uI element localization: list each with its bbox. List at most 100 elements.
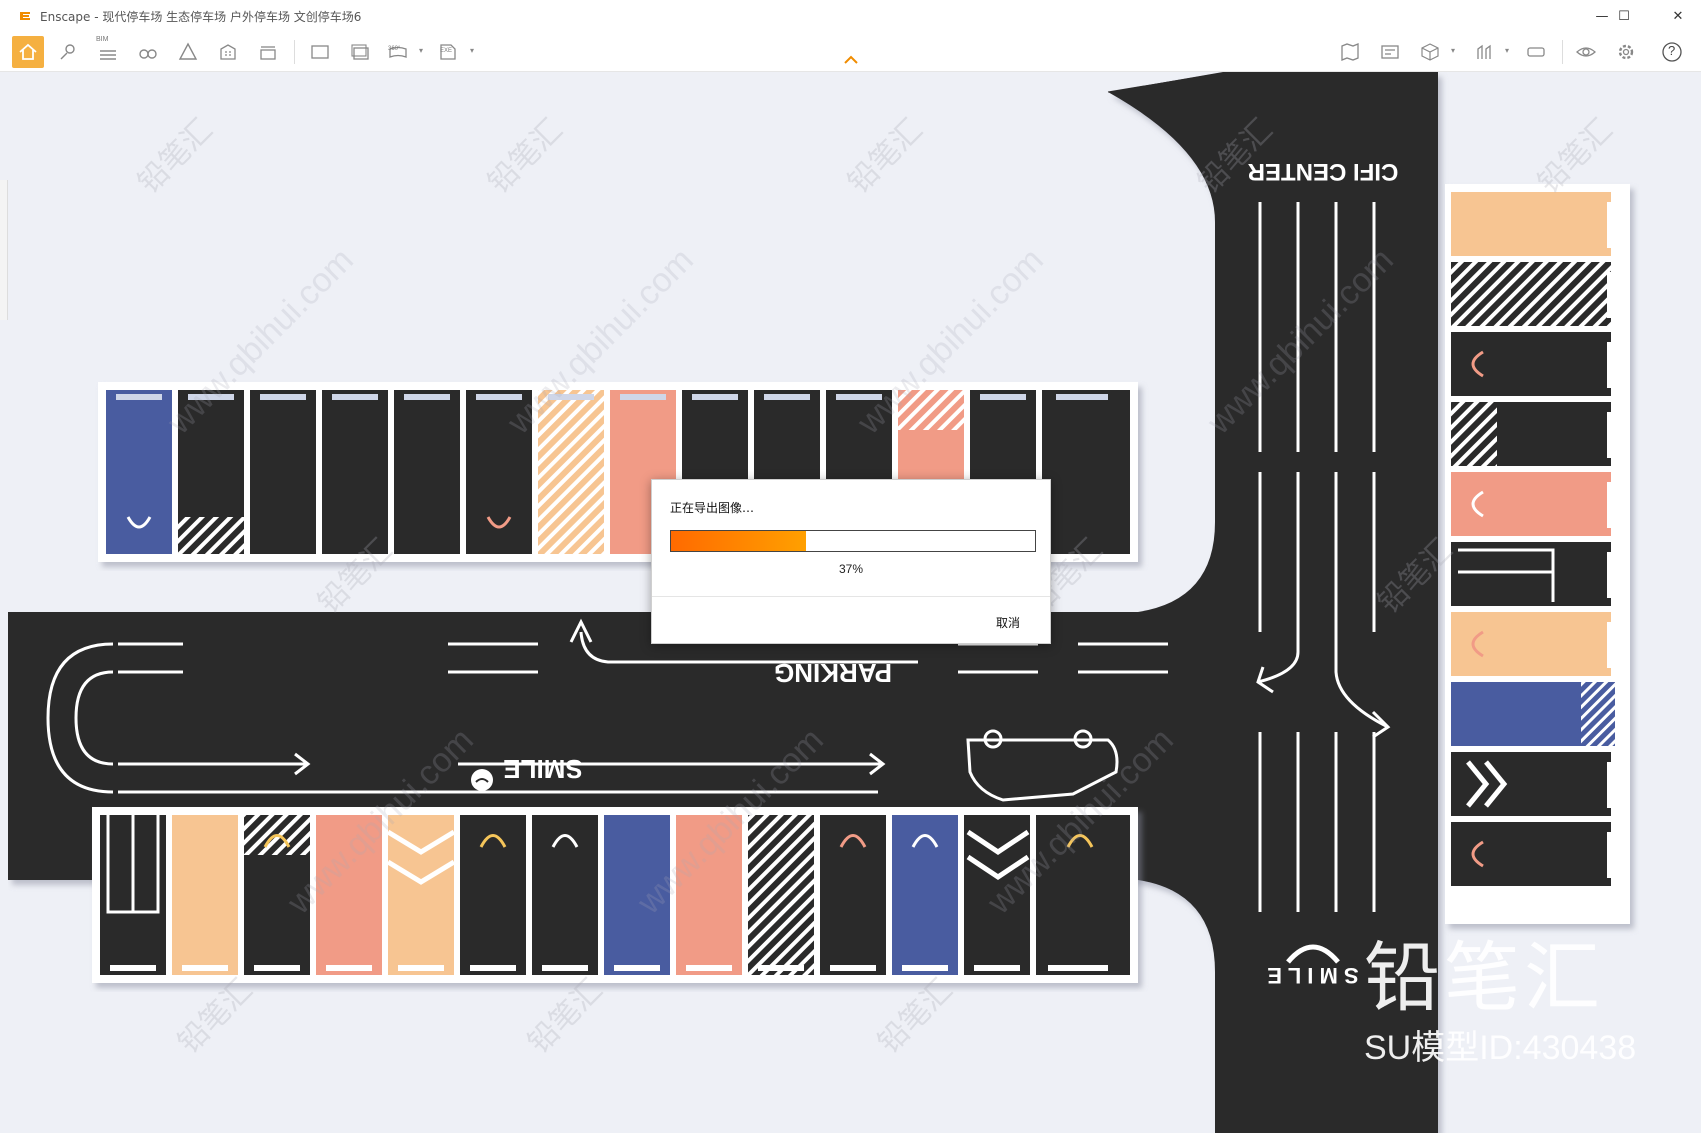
cancel-button[interactable]: 取消 [996, 614, 1020, 631]
parking-stall [394, 390, 460, 554]
progress-percentage: 37% [838, 562, 864, 576]
parking-stall [892, 815, 958, 975]
close-button[interactable]: ✕ [1655, 0, 1701, 32]
cube-icon [1421, 43, 1439, 61]
parking-stall-hatch [1451, 402, 1497, 466]
road-text-parking: PARKING [774, 658, 892, 688]
location-button[interactable] [52, 36, 84, 68]
background-window-edge [0, 180, 8, 320]
vr-button[interactable] [1520, 36, 1552, 68]
location-pin-icon [60, 44, 75, 60]
visual-settings-button[interactable] [1570, 36, 1602, 68]
road-text-smile-vertical: S M I L E [1267, 963, 1358, 988]
batch-render-button[interactable] [344, 36, 376, 68]
vr-headset-icon [1527, 47, 1545, 57]
panorama-dropdown-caret[interactable]: ▾ [419, 46, 423, 55]
parking-stall [106, 390, 172, 554]
views-icon [1381, 45, 1399, 59]
bim-button[interactable]: BIM [92, 36, 124, 68]
parking-stall [1451, 262, 1611, 326]
parking-stall [820, 815, 886, 975]
bim-label: BIM [96, 36, 109, 43]
screenshot-icon [311, 45, 329, 59]
building-button[interactable] [212, 36, 244, 68]
parking-stall [244, 855, 310, 975]
brand-name: 铅笔汇 [1364, 933, 1604, 1022]
panorama-label: 360° [388, 46, 401, 52]
parking-stall [1497, 402, 1611, 466]
clapper-icon [260, 46, 276, 60]
parking-stall [538, 390, 604, 554]
title-bar: Enscape - 现代停车场 生态停车场 户外停车场 文创停车场6 — ☐ ✕ [0, 0, 1701, 32]
eye-icon [1576, 47, 1596, 57]
map-icon [1341, 43, 1359, 61]
window-title: Enscape - 现代停车场 生态停车场 户外停车场 文创停车场6 [40, 9, 362, 24]
enscape-window: Enscape - 现代停车场 生态停车场 户外停车场 文创停车场6 — ☐ ✕… [0, 0, 1701, 1133]
panorama-icon [389, 46, 407, 58]
parking-stall [1451, 192, 1611, 256]
parking-stall [316, 815, 382, 975]
walk-dropdown-caret[interactable]: ▾ [1505, 46, 1509, 55]
home-icon [19, 43, 37, 60]
export-exe-button[interactable]: EXE [432, 36, 464, 68]
cube-dropdown-caret[interactable]: ▾ [1451, 46, 1455, 55]
parking-stall [466, 390, 532, 554]
parking-stall [898, 390, 964, 430]
close-icon: ✕ [1672, 8, 1684, 24]
road-text-smile: SMILE [503, 754, 582, 784]
binoculars-button[interactable] [132, 36, 164, 68]
panorama-button[interactable]: 360° [382, 36, 414, 68]
parking-stall [1042, 390, 1130, 554]
parking-stall [676, 815, 742, 975]
views-button[interactable] [1374, 36, 1406, 68]
parking-stall [172, 815, 238, 975]
screenshot-button[interactable] [304, 36, 336, 68]
parking-stall [532, 815, 598, 975]
asset-library-icon [178, 42, 198, 60]
clapper-button[interactable] [252, 36, 284, 68]
export-progress-fill [671, 531, 806, 551]
maximize-button[interactable]: ☐ [1601, 0, 1647, 32]
road-text-cifi-center: CIFI CENTER [1248, 158, 1399, 185]
parking-stall [460, 815, 526, 975]
gear-icon [1618, 44, 1634, 60]
parking-stall-hatch [178, 517, 244, 554]
dialog-divider [652, 596, 1050, 597]
parking-stall [250, 390, 316, 554]
help-label: ? [1668, 43, 1676, 58]
parking-stall [1451, 682, 1581, 746]
walk-button[interactable] [1468, 36, 1500, 68]
parking-stall-hatch [1581, 682, 1615, 746]
asset-library-button[interactable] [172, 36, 204, 68]
cube-button[interactable] [1414, 36, 1446, 68]
maximize-icon: ☐ [1618, 8, 1630, 24]
exe-label: EXE [440, 48, 453, 54]
parking-stall [1036, 815, 1130, 975]
settings-button[interactable] [1610, 36, 1642, 68]
parking-stall [1451, 472, 1611, 536]
parking-stall [1451, 612, 1611, 676]
home-button[interactable] [12, 36, 44, 68]
toolbar-separator [1562, 40, 1563, 64]
export-dropdown-caret[interactable]: ▾ [470, 46, 474, 55]
toolbar-collapse-caret-icon[interactable] [843, 52, 859, 68]
batch-render-icon [351, 44, 369, 60]
help-button[interactable]: ? [1656, 36, 1688, 68]
parking-stall [322, 390, 388, 554]
dialog-title: 正在导出图像… [670, 501, 755, 515]
export-image-dialog: 正在导出图像… 37% 取消 [651, 479, 1051, 644]
parking-stall [1451, 542, 1611, 606]
enscape-logo-icon [20, 12, 30, 20]
walk-icon [1477, 44, 1491, 59]
parking-stall [604, 815, 670, 975]
parking-stall [1451, 752, 1611, 816]
building-icon [220, 44, 236, 60]
brand-watermark: 铅笔汇 SU模型ID:430438 [1364, 940, 1664, 1069]
parking-column-right [1445, 184, 1630, 924]
parking-row-bottom [92, 807, 1138, 983]
parking-stall [1451, 332, 1611, 396]
parking-stall [1451, 822, 1611, 886]
toolbar-separator [294, 40, 295, 64]
map-button[interactable] [1334, 36, 1366, 68]
bim-icon [100, 50, 116, 60]
